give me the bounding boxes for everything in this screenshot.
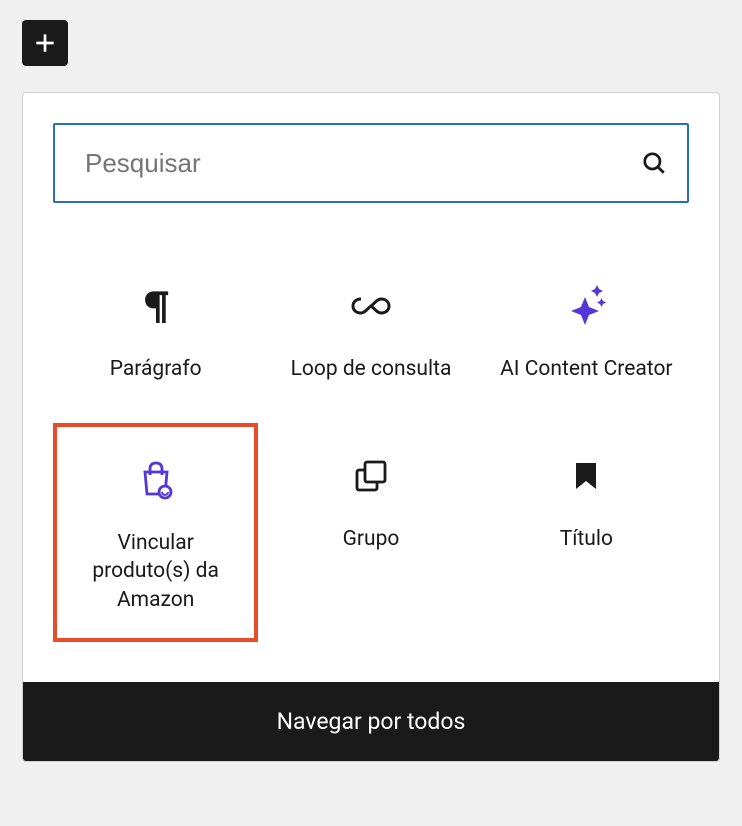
- block-ai-content-creator[interactable]: AI Content Creator: [484, 253, 689, 413]
- block-label: Vincular produto(s) da Amazon: [67, 529, 244, 614]
- block-label: AI Content Creator: [500, 355, 672, 383]
- block-label: Loop de consulta: [291, 355, 452, 383]
- search-box: [53, 123, 689, 203]
- block-label: Título: [560, 525, 613, 553]
- blocks-grid: Parágrafo Loop de consulta AI Content Cr…: [23, 223, 719, 682]
- block-group[interactable]: Grupo: [268, 423, 473, 642]
- paragraph-icon: [141, 281, 171, 331]
- loop-icon: [351, 281, 391, 331]
- block-label: Parágrafo: [110, 355, 202, 383]
- block-inserter-panel: Parágrafo Loop de consulta AI Content Cr…: [22, 92, 720, 762]
- add-block-button[interactable]: [22, 20, 68, 66]
- browse-all-button[interactable]: Navegar por todos: [23, 682, 719, 761]
- block-amazon-link[interactable]: Vincular produto(s) da Amazon: [53, 423, 258, 642]
- block-label: Grupo: [343, 525, 400, 553]
- search-input[interactable]: [85, 148, 641, 179]
- bookmark-icon: [574, 451, 598, 501]
- block-heading[interactable]: Título: [484, 423, 689, 642]
- plus-icon: [32, 30, 58, 56]
- block-paragraph[interactable]: Parágrafo: [53, 253, 258, 413]
- group-icon: [354, 451, 388, 501]
- search-icon: [641, 150, 667, 176]
- shopping-bag-icon: [137, 455, 175, 505]
- block-query-loop[interactable]: Loop de consulta: [268, 253, 473, 413]
- sparkle-icon: [563, 281, 609, 331]
